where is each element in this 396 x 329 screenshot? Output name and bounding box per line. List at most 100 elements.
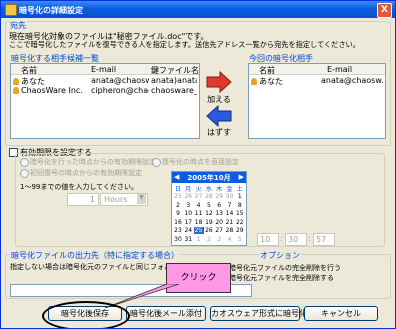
output-title: 暗号化ファイルの出力先（特に指定する場合） xyxy=(10,250,180,261)
add-label[interactable]: 加える xyxy=(204,94,234,105)
expiry-option-3-label[interactable]: 初回復号の時点からの有効期限設定 xyxy=(30,168,142,178)
recipients-desc-2: ここで暗号化したファイルを復号できる人を指定します。送信先アドレス一覧から宛先を… xyxy=(9,40,360,49)
calendar-title: 2005年10月 xyxy=(187,174,231,182)
candidate-email: cipheron@chaos... xyxy=(91,86,149,95)
candidate-email: anata@chaosw... xyxy=(91,76,149,85)
duration-unit-select[interactable]: Hours ▼ xyxy=(100,193,148,206)
calendar-day[interactable]: 29 xyxy=(235,227,245,234)
candidates-list[interactable]: 名前 E-mail 鍵ファイル名 あなた anata@chaosw... ana… xyxy=(10,63,200,139)
second-value: 57 xyxy=(316,235,327,244)
current-row[interactable]: あなた anata@chaosw... xyxy=(249,75,385,86)
range-hint: 1～99までの値を入力してください。 xyxy=(20,183,138,191)
calendar-day[interactable]: 30 xyxy=(225,193,235,200)
second-spinner[interactable]: 57 xyxy=(313,233,335,246)
calendar-day[interactable]: 2 xyxy=(173,202,183,209)
calendar-day[interactable]: 1 xyxy=(235,193,245,200)
calendar-day[interactable]: 21 xyxy=(225,219,235,226)
calendar[interactable]: ◀ 2005年10月 ▶ 日月火水木金土 25 26 27 28 29 30 1 2 3 4 5 6 7 8… xyxy=(171,171,247,246)
calendar-day[interactable]: 6 xyxy=(214,202,224,209)
calendar-day[interactable]: 5 xyxy=(235,236,245,243)
current-list[interactable]: 名前 E-mail あなた anata@chaosw... xyxy=(248,63,386,139)
calendar-dow-label: 木 xyxy=(216,186,223,193)
chevron-down-icon: ▼ xyxy=(137,194,146,204)
option-line-2[interactable]: 暗号化元ファイルを完全削除する xyxy=(229,273,334,283)
option-line-1[interactable]: 暗号化元ファイルの完全削除を行う xyxy=(229,263,341,273)
calendar-day[interactable]: 1 xyxy=(194,236,204,243)
duration-unit-value: Hours xyxy=(104,195,128,204)
calendar-dow-label: 金 xyxy=(226,186,233,193)
calendar-day[interactable]: 8 xyxy=(235,202,245,209)
minute-value: 30 xyxy=(288,235,299,244)
calendar-day[interactable]: 26 xyxy=(204,227,214,234)
calendar-dow-label: 月 xyxy=(185,186,192,193)
hour-spinner[interactable]: 10 xyxy=(257,233,279,246)
calendar-day[interactable]: 4 xyxy=(194,202,204,209)
calendar-day[interactable]: 2 xyxy=(204,236,214,243)
candidate-row[interactable]: あなた anata@chaosw... anata)anata... xyxy=(11,75,199,86)
calendar-day[interactable]: 31 xyxy=(183,236,193,243)
close-button[interactable]: X xyxy=(377,3,392,18)
calendar-day[interactable]: 13 xyxy=(214,210,224,217)
calendar-day[interactable]: 26 xyxy=(183,193,193,200)
calendar-dow-label: 日 xyxy=(174,186,181,193)
calendar-day[interactable]: 7 xyxy=(225,202,235,209)
calendar-day[interactable]: 22 xyxy=(235,219,245,226)
calendar-next-button[interactable]: ▶ xyxy=(239,173,244,181)
expiry-option-2-label[interactable]: 復号化の時点を直接設定 xyxy=(162,157,239,167)
expiry-option-3-radio[interactable] xyxy=(20,169,29,178)
calendar-day[interactable]: 14 xyxy=(225,210,235,217)
calendar-day[interactable]: 25 xyxy=(173,193,183,200)
calendar-day[interactable]: 20 xyxy=(214,219,224,226)
person-icon xyxy=(13,78,19,85)
candidate-row[interactable]: ChaosWare Inc. cipheron@chaos... chaoswa… xyxy=(11,85,199,95)
time-separator: : xyxy=(308,234,311,243)
calendar-day[interactable]: 28 xyxy=(225,227,235,234)
calendar-day[interactable]: 9 xyxy=(173,210,183,217)
calendar-day[interactable]: 15 xyxy=(235,210,245,217)
expiry-option-2-radio[interactable] xyxy=(152,158,161,167)
recipients-title: 宛先 xyxy=(9,20,27,31)
calendar-day[interactable]: 4 xyxy=(225,236,235,243)
calendar-day[interactable]: 5 xyxy=(204,202,214,209)
expiry-option-1-radio[interactable] xyxy=(20,158,29,167)
encrypt-chaoswave-button[interactable]: カオスウェア形式に暗号化 xyxy=(210,306,307,321)
cancel-button[interactable]: キャンセル xyxy=(304,306,378,321)
calendar-day[interactable]: 28 xyxy=(204,193,214,200)
calendar-day[interactable]: 23 xyxy=(173,227,183,234)
calendar-day[interactable]: 30 xyxy=(173,236,183,243)
calendar-day[interactable]: 12 xyxy=(204,210,214,217)
current-name: あなた xyxy=(259,77,283,86)
calendar-day[interactable]: 16 xyxy=(173,219,183,226)
calendar-day[interactable]: 17 xyxy=(183,219,193,226)
remove-label[interactable]: はずす xyxy=(204,127,234,138)
calendar-day[interactable]: 29 xyxy=(214,193,224,200)
calendar-day[interactable]: 25 xyxy=(193,227,204,235)
current-email: anata@chaosw... xyxy=(321,76,383,85)
col-email[interactable]: E-mail xyxy=(91,65,116,74)
candidates-header: 名前 E-mail 鍵ファイル名 xyxy=(11,64,199,75)
time-separator: : xyxy=(280,234,283,243)
calendar-day[interactable]: 27 xyxy=(214,227,224,234)
window-title: 暗号化の詳細設定 xyxy=(19,6,83,15)
calendar-day[interactable]: 3 xyxy=(214,236,224,243)
col-email[interactable]: E-mail xyxy=(327,65,352,74)
expiry-option-1-label[interactable]: 暗号化を行った時点からの有効期限設定 xyxy=(30,157,156,167)
calendar-day[interactable]: 24 xyxy=(183,227,193,234)
calendar-day[interactable]: 19 xyxy=(204,219,214,226)
calendar-day[interactable]: 11 xyxy=(194,210,204,217)
minute-spinner[interactable]: 30 xyxy=(285,233,307,246)
calendar-dow-label: 水 xyxy=(205,186,212,193)
arrow-left-icon xyxy=(206,105,232,127)
hour-value: 10 xyxy=(260,235,271,244)
current-header: 名前 E-mail xyxy=(249,64,385,75)
calendar-day[interactable]: 27 xyxy=(194,193,204,200)
candidate-keyfile: anata)anata... xyxy=(151,76,197,85)
calendar-header: ◀ 2005年10月 ▶ xyxy=(172,172,246,183)
duration-spinner[interactable]: 1 xyxy=(67,193,99,206)
calendar-day[interactable]: 10 xyxy=(183,210,193,217)
calendar-day[interactable]: 3 xyxy=(183,202,193,209)
calendar-dow-label: 土 xyxy=(236,186,243,193)
person-icon xyxy=(251,78,257,85)
calendar-day[interactable]: 18 xyxy=(194,219,204,226)
dialog-window: 暗号化の詳細設定 X 宛先 現在暗号化対象のファイルは"秘密ファイル.doc"で… xyxy=(0,0,396,329)
